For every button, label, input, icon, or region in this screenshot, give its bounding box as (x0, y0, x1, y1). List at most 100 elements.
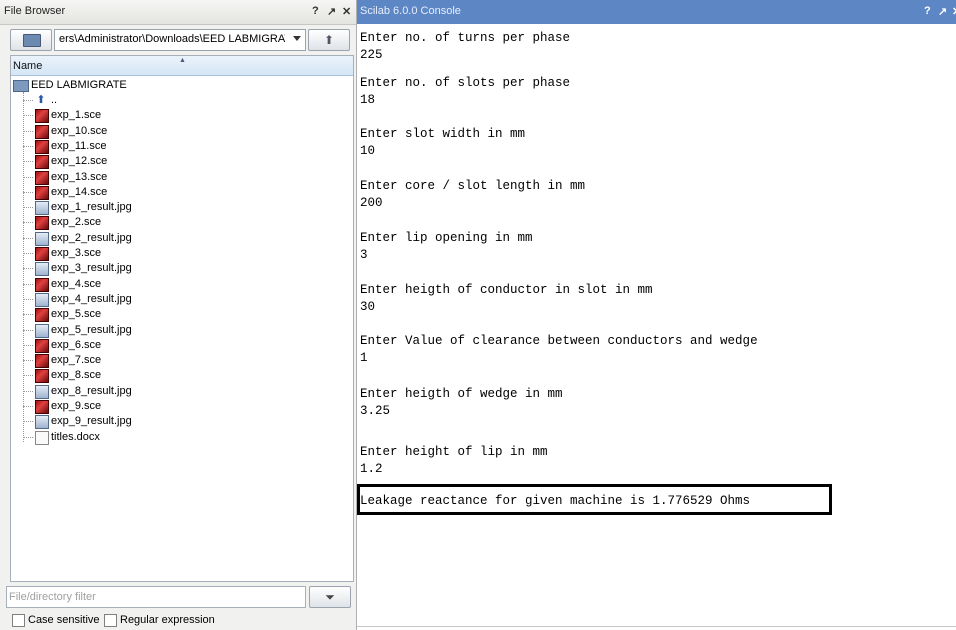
tree-connector (23, 253, 33, 254)
file-browser-panel: File Browser ? ↗ ✕ ers\Administrator\Dow… (0, 0, 356, 630)
file-browser-title: File Browser (4, 5, 66, 17)
image-file-icon (35, 201, 49, 216)
file-tree-item[interactable]: ⬆.. (23, 93, 323, 108)
browse-folder-button[interactable] (10, 29, 52, 51)
sort-ascending-icon: ▲ (179, 57, 186, 64)
console-bottom-border (357, 626, 956, 627)
file-tree-item[interactable]: exp_4_result.jpg (23, 292, 323, 307)
funnel-icon: ⏷ (325, 590, 335, 604)
file-filter-input[interactable]: File/directory filter (6, 586, 306, 608)
console-line: 225 (360, 48, 383, 62)
tree-connector (23, 191, 33, 193)
file-tree-item[interactable]: exp_1_result.jpg (23, 200, 323, 216)
scilab-file-icon (35, 185, 49, 200)
scilab-file-icon (35, 354, 49, 369)
file-name-label: exp_2.sce (51, 216, 102, 229)
file-tree-item[interactable]: exp_3_result.jpg (23, 261, 323, 277)
console-line: 1 (360, 351, 368, 365)
tree-connector (23, 344, 33, 346)
file-tree-item[interactable]: exp_9_result.jpg (23, 414, 323, 430)
file-name-label: exp_10.sce (51, 124, 108, 137)
file-tree-item[interactable]: exp_14.sce (23, 185, 323, 200)
checkbox-box[interactable] (104, 614, 117, 627)
file-name-label: exp_2_result.jpg (51, 231, 132, 244)
file-tree-item[interactable]: exp_11.sce (23, 139, 323, 154)
regex-label: Regular expression (120, 614, 215, 626)
file-tree-item[interactable]: exp_5_result.jpg (23, 323, 323, 338)
file-tree-item[interactable]: exp_1.sce (23, 108, 323, 124)
file-name-label: exp_1.sce (51, 109, 102, 122)
file-name-label: exp_12.sce (51, 155, 108, 168)
tree-connector (23, 314, 33, 316)
file-tree-item[interactable]: exp_5.sce (23, 307, 323, 323)
console-line: 200 (360, 196, 383, 210)
console-output[interactable]: Enter no. of turns per phase 225 Enter n… (357, 24, 956, 630)
scilab-file-icon (35, 400, 49, 414)
tree-connector (23, 207, 33, 209)
close-icon[interactable]: ✕ (952, 5, 956, 18)
column-header-name[interactable]: Name ▲ (11, 56, 353, 76)
file-name-label: exp_14.sce (51, 185, 108, 198)
file-tree-item[interactable]: exp_2_result.jpg (23, 231, 323, 246)
scilab-file-icon (35, 338, 49, 353)
file-tree-item[interactable]: exp_8.sce (23, 368, 323, 384)
tree-connector (23, 237, 33, 239)
file-browser-titlebar: File Browser ? ↗ ✕ (0, 0, 356, 25)
tree-connector (23, 145, 33, 147)
console-line: Enter height of lip in mm (360, 445, 548, 459)
file-tree-item[interactable]: titles.docx (23, 430, 323, 445)
tree-connector (23, 436, 33, 438)
scilab-file-icon (35, 124, 49, 139)
file-tree-item[interactable]: exp_10.sce (23, 124, 323, 139)
checkbox-box[interactable] (12, 614, 25, 627)
scilab-file-icon (35, 139, 49, 154)
tree-connector (23, 176, 33, 178)
path-combobox[interactable]: ers\Administrator\Downloads\EED LABMIGRA… (54, 29, 306, 51)
file-name-label: exp_4_result.jpg (51, 292, 132, 305)
chevron-down-icon[interactable] (293, 36, 301, 41)
file-tree-item[interactable]: exp_3.sce (23, 246, 323, 261)
up-arrow-icon: ⬆ (323, 33, 335, 47)
file-name-label: exp_7.sce (51, 354, 102, 367)
scilab-file-icon (35, 170, 49, 185)
file-name-label: exp_11.sce (51, 139, 107, 152)
parent-directory-button[interactable]: ⬆ (308, 29, 350, 51)
tree-connector (23, 283, 33, 285)
file-tree-item[interactable]: exp_9.sce (23, 399, 323, 414)
file-name-label: exp_1_result.jpg (51, 201, 132, 214)
tree-connector (23, 130, 33, 132)
file-tree-item[interactable]: exp_6.sce (23, 338, 323, 353)
image-file-icon (35, 384, 49, 399)
file-tree-item[interactable]: exp_4.sce (23, 277, 323, 292)
folder-open-icon (13, 80, 29, 92)
image-file-icon (35, 323, 49, 338)
tree-connector (23, 298, 33, 300)
folder-icon (23, 34, 41, 47)
file-name-label: exp_3.sce (51, 247, 102, 259)
help-icon[interactable]: ? (924, 5, 931, 17)
file-tree-item[interactable]: exp_12.sce (23, 154, 323, 170)
file-tree-item[interactable]: exp_13.sce (23, 170, 323, 185)
console-line: Enter heigth of wedge in mm (360, 387, 563, 401)
file-tree-item[interactable]: exp_2.sce (23, 215, 323, 231)
file-name-label: exp_3_result.jpg (51, 262, 132, 275)
scilab-file-icon (35, 109, 49, 124)
file-name-label: titles.docx (51, 430, 100, 443)
file-name-label: exp_5_result.jpg (51, 323, 132, 336)
close-icon[interactable]: ✕ (342, 5, 351, 18)
file-tree[interactable]: Name ▲ EED LABMIGRATE ⬆.. exp_1.sce exp_10… (10, 55, 354, 582)
undock-icon[interactable]: ↗ (327, 5, 336, 18)
undock-icon[interactable]: ↗ (938, 5, 947, 18)
filter-button[interactable]: ⏷ (309, 586, 351, 608)
tree-connector (23, 375, 33, 377)
file-name-label: exp_4.sce (51, 277, 102, 290)
console-line: 3.25 (360, 404, 391, 418)
file-tree-item[interactable]: exp_8_result.jpg (23, 384, 323, 399)
console-line: 10 (360, 144, 376, 158)
tree-connector (23, 100, 33, 101)
help-icon[interactable]: ? (312, 5, 319, 17)
path-text: ers\Administrator\Downloads\EED LABMIGRA… (59, 33, 285, 45)
console-line: Enter heigth of conductor in slot in mm (360, 283, 653, 297)
tree-connector (23, 268, 33, 270)
file-tree-item[interactable]: exp_7.sce (23, 353, 323, 369)
